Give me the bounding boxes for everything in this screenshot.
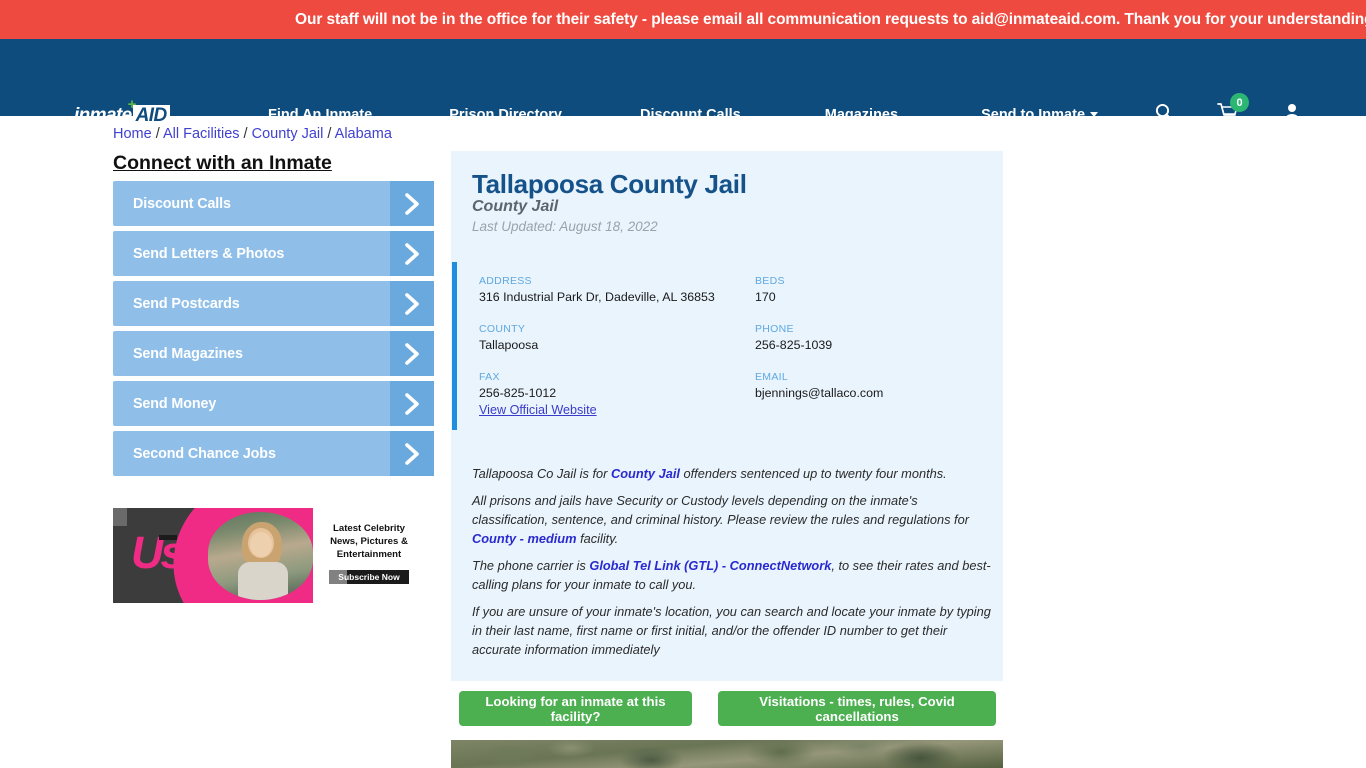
- facility-name: Tallapoosa County Jail: [472, 169, 747, 199]
- info-label: BEDS: [755, 275, 785, 287]
- sidebar-item-send-postcards[interactable]: Send Postcards: [113, 281, 434, 326]
- info-value: Tallapoosa: [479, 338, 539, 352]
- breadcrumb: Home / All Facilities / County Jail / Al…: [113, 126, 392, 142]
- logo-word: inmate: [74, 105, 132, 126]
- chevron-down-icon: [1090, 112, 1099, 117]
- nav-item-send-to-inmate[interactable]: Send to Inmate: [981, 107, 1099, 123]
- cart-icon[interactable]: 0: [1217, 93, 1249, 127]
- facility-type: County Jail: [472, 198, 559, 215]
- sidebar-item-send-money[interactable]: Send Money: [113, 381, 434, 426]
- facility-satellite-image: [451, 740, 1003, 768]
- info-value: bjennings@tallaco.com: [755, 386, 884, 400]
- info-label: FAX: [479, 371, 500, 383]
- view-official-website-link[interactable]: View Official Website: [479, 403, 597, 417]
- info-value: 256-825-1039: [755, 338, 833, 352]
- desc-p1-text-a: Tallapoosa Co Jail is for: [472, 466, 611, 481]
- ad-decor-strip: [113, 508, 127, 526]
- breadcrumb-separator: /: [323, 126, 335, 142]
- advertisement-banner[interactable]: Us Latest Celebrity News, Pictures & Ent…: [113, 508, 423, 603]
- breadcrumb-item-alabama[interactable]: Alabama: [335, 126, 392, 142]
- chevron-right-icon: [390, 381, 434, 426]
- ad-headline: Latest Celebrity News, Pictures & Entert…: [321, 522, 417, 561]
- info-label: COUNTY: [479, 323, 526, 335]
- nav-item-discount-calls[interactable]: Discount Calls: [640, 107, 741, 123]
- desc-p3-text-a: The phone carrier is: [472, 558, 590, 573]
- desc-link-county-jail[interactable]: County Jail: [611, 466, 680, 481]
- description-paragraph-1: Tallapoosa Co Jail is for County Jail of…: [472, 464, 994, 483]
- desc-p2-text-a: All prisons and jails have Security or C…: [472, 493, 969, 527]
- ad-photo: [208, 512, 313, 600]
- sidebar-item-send-letters-photos[interactable]: Send Letters & Photos: [113, 231, 434, 276]
- find-inmate-button[interactable]: Looking for an inmate at this facility?: [459, 691, 692, 726]
- info-field-beds: BEDS 170: [755, 275, 979, 304]
- info-value: 170: [755, 290, 776, 304]
- sidebar-menu: Discount Calls Send Letters & Photos Sen…: [113, 181, 434, 481]
- description-paragraph-4: If you are unsure of your inmate's locat…: [472, 604, 991, 657]
- chevron-right-icon: [390, 231, 434, 276]
- chevron-right-icon: [390, 181, 434, 226]
- alert-message: Our staff will not be in the office for …: [295, 10, 1366, 28]
- description-paragraph-2: All prisons and jails have Security or C…: [472, 491, 994, 548]
- chevron-right-icon: [390, 281, 434, 326]
- facility-info-grid: ADDRESS 316 Industrial Park Dr, Dadevill…: [479, 275, 979, 400]
- info-label: EMAIL: [755, 371, 789, 383]
- chevron-right-icon: [390, 331, 434, 376]
- user-icon[interactable]: [1282, 102, 1302, 127]
- info-label: ADDRESS: [479, 275, 532, 287]
- breadcrumb-separator: /: [239, 126, 252, 142]
- sidebar-item-label: Discount Calls: [133, 195, 231, 212]
- chevron-right-icon: [390, 431, 434, 476]
- desc-p2-text-b: facility.: [576, 531, 619, 546]
- info-label: PHONE: [755, 323, 794, 335]
- visitations-button[interactable]: Visitations - times, rules, Covid cancel…: [718, 691, 996, 726]
- info-value: 256-825-1012: [479, 386, 557, 400]
- nav-item-prison-directory[interactable]: Prison Directory: [449, 107, 562, 123]
- sidebar-item-label: Send Money: [133, 395, 217, 412]
- cart-count-badge: 0: [1230, 93, 1249, 112]
- sidebar-title: Connect with an Inmate: [113, 152, 332, 174]
- nav-item-find-an-inmate[interactable]: Find An Inmate: [268, 107, 372, 123]
- sidebar-item-label: Second Chance Jobs: [133, 445, 276, 462]
- facility-card: Tallapoosa County Jail County Jail Last …: [451, 151, 1003, 681]
- nav-item-magazines[interactable]: Magazines: [825, 107, 898, 123]
- sidebar-item-label: Send Postcards: [133, 295, 240, 312]
- desc-link-county-medium[interactable]: County - medium: [472, 531, 577, 546]
- site-logo[interactable]: inmate + AID: [74, 97, 170, 127]
- info-field-address: ADDRESS 316 Industrial Park Dr, Dadevill…: [479, 275, 755, 304]
- ad-photo-body: [238, 562, 288, 600]
- info-accent-bar: [452, 262, 457, 430]
- info-field-phone: PHONE 256-825-1039: [755, 323, 979, 352]
- ad-brand-dots: [159, 535, 177, 540]
- main-navbar: inmate + AID Find An Inmate Prison Direc…: [0, 39, 1366, 127]
- sidebar-item-label: Send Letters & Photos: [133, 245, 285, 262]
- breadcrumb-item-county-jail[interactable]: County Jail: [252, 126, 324, 142]
- sidebar-item-discount-calls[interactable]: Discount Calls: [113, 181, 434, 226]
- desc-link-phone-carrier[interactable]: Global Tel Link (GTL) - ConnectNetwork: [589, 558, 831, 573]
- info-field-county: COUNTY Tallapoosa: [479, 323, 755, 352]
- sidebar-item-send-magazines[interactable]: Send Magazines: [113, 331, 434, 376]
- desc-p1-text-b: offenders sentenced up to twenty four mo…: [679, 466, 947, 481]
- ad-button-shine: [329, 570, 347, 584]
- nav-item-send-to-inmate-label: Send to Inmate: [981, 107, 1086, 123]
- facility-description: Tallapoosa Co Jail is for County Jail of…: [472, 464, 994, 667]
- logo-badge-text: AID: [135, 105, 168, 126]
- sidebar-item-label: Send Magazines: [133, 345, 243, 362]
- breadcrumb-item-home[interactable]: Home: [113, 126, 152, 142]
- description-paragraph-3: The phone carrier is Global Tel Link (GT…: [472, 556, 994, 594]
- breadcrumb-separator: /: [151, 126, 163, 142]
- sidebar-item-second-chance-jobs[interactable]: Second Chance Jobs: [113, 431, 434, 476]
- info-field-email: EMAIL bjennings@tallaco.com: [755, 371, 979, 400]
- logo-badge: + AID: [128, 97, 170, 127]
- site-alert-banner: Our staff will not be in the office for …: [0, 0, 1366, 39]
- info-value: 316 Industrial Park Dr, Dadeville, AL 36…: [479, 290, 715, 304]
- ad-photo-face: [250, 532, 272, 557]
- nav-links: Find An Inmate Prison Directory Discount…: [268, 107, 1099, 123]
- facility-last-updated: Last Updated: August 18, 2022: [472, 219, 658, 234]
- plus-icon: +: [127, 96, 137, 113]
- nav-icon-group: 0: [1154, 93, 1302, 127]
- search-icon[interactable]: [1154, 102, 1174, 127]
- info-field-fax: FAX 256-825-1012: [479, 371, 755, 400]
- breadcrumb-item-all-facilities[interactable]: All Facilities: [163, 126, 240, 142]
